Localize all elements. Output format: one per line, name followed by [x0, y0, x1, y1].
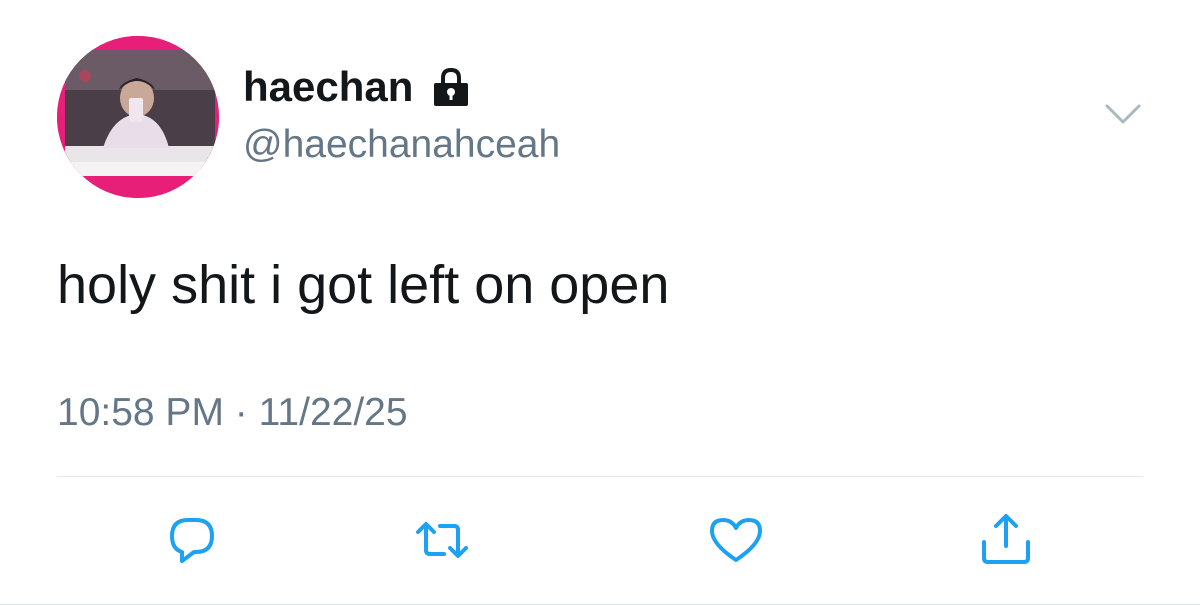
tweet-date: 11/22/25	[258, 391, 408, 434]
divider	[57, 476, 1143, 477]
retweet-icon	[416, 522, 468, 558]
user-display-name[interactable]: haechan	[243, 62, 471, 112]
retweet-button[interactable]	[414, 512, 470, 568]
avatar-image	[57, 36, 219, 198]
share-button[interactable]	[978, 512, 1034, 568]
display-name-text: haechan	[243, 63, 414, 110]
chevron-down-icon[interactable]	[1103, 100, 1143, 128]
meta-separator: ·	[234, 391, 248, 434]
reply-button[interactable]	[164, 512, 220, 568]
tweet-text: holy shit i got left on open	[57, 255, 670, 315]
like-button[interactable]	[708, 512, 764, 568]
heart-icon	[710, 518, 762, 562]
avatar[interactable]	[57, 36, 219, 198]
tweet-time: 10:58 PM	[57, 391, 224, 434]
tweet-timestamp[interactable]: 10:58 PM · 11/22/25	[57, 389, 408, 437]
share-icon	[982, 514, 1030, 564]
reply-icon	[170, 518, 214, 563]
lock-icon	[434, 67, 469, 106]
user-handle[interactable]: @haechanahceah	[243, 121, 560, 169]
